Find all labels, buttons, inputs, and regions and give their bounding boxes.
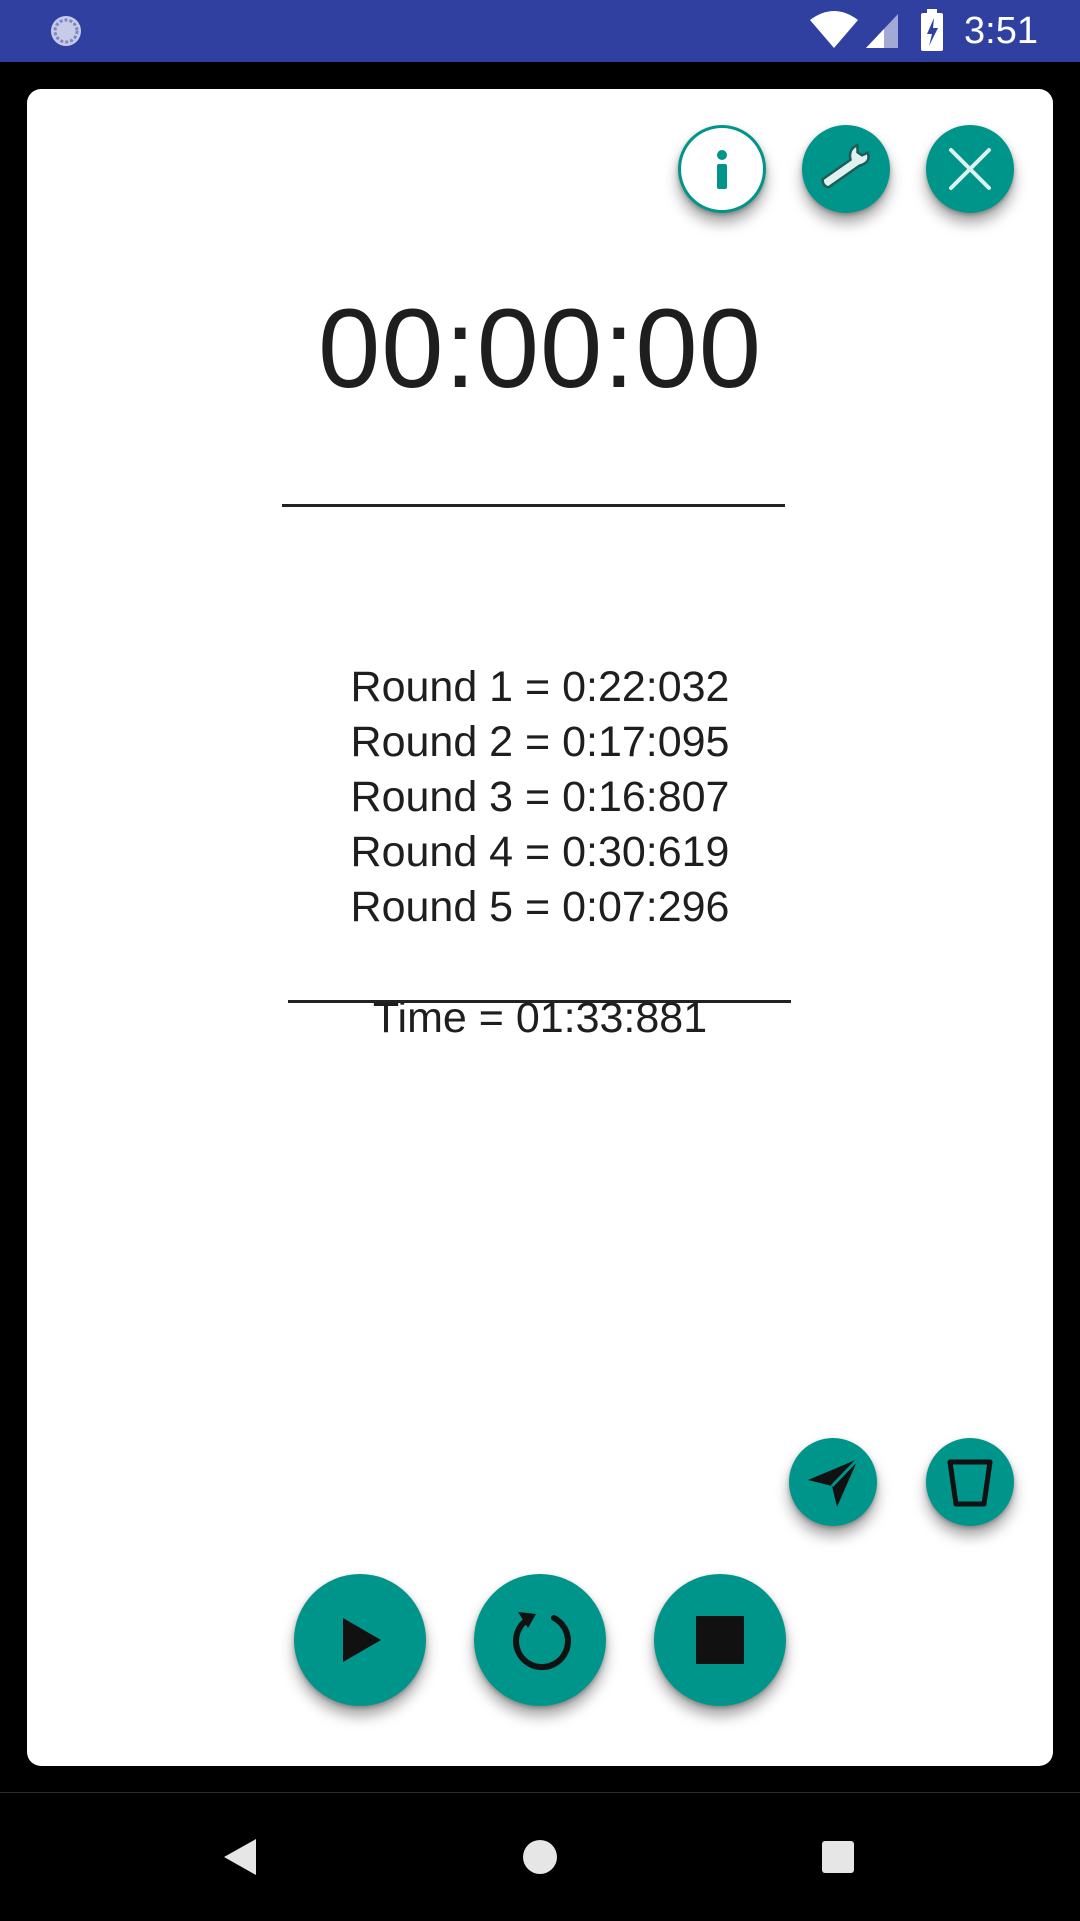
trash-icon <box>947 1459 993 1507</box>
recents-icon[interactable] <box>806 1825 870 1889</box>
round-row: Round 5 = 0:07:296 <box>350 883 730 931</box>
cell-signal-icon <box>866 14 898 48</box>
navigation-bar <box>0 1792 1080 1921</box>
stopwatch-dialog: 00:00:00 Round 1 = 0:22:032 Round 2 = 0:… <box>27 89 1053 1766</box>
home-icon[interactable] <box>508 1825 572 1889</box>
round-row: Round 4 = 0:30:619 <box>350 828 730 876</box>
bottom-divider <box>288 1000 791 1003</box>
status-clock: 3:51 <box>964 10 1038 52</box>
info-icon <box>717 150 727 189</box>
refresh-icon <box>513 1612 571 1670</box>
timer-display: 00:00:00 <box>318 286 762 411</box>
round-row: Round 1 = 0:22:032 <box>350 663 730 711</box>
stop-button[interactable] <box>654 1574 786 1706</box>
battery-charging-icon <box>921 9 943 51</box>
close-button[interactable] <box>926 125 1014 213</box>
top-divider <box>282 504 785 507</box>
send-icon <box>808 1457 860 1507</box>
send-button[interactable] <box>789 1438 877 1526</box>
status-bar: 3:51 <box>0 0 1080 62</box>
sync-spinner-icon <box>51 16 81 46</box>
round-row: Round 3 = 0:16:807 <box>350 773 730 821</box>
play-button[interactable] <box>294 1574 426 1706</box>
round-row: Round 2 = 0:17:095 <box>350 718 730 766</box>
rounds-list: Round 1 = 0:22:032 Round 2 = 0:17:095 Ro… <box>27 660 1053 935</box>
settings-button[interactable] <box>802 125 890 213</box>
delete-button[interactable] <box>926 1438 1014 1526</box>
back-icon[interactable] <box>210 1825 274 1889</box>
play-icon <box>343 1618 381 1662</box>
reset-button[interactable] <box>474 1574 606 1706</box>
info-button[interactable] <box>678 125 766 213</box>
wifi-icon <box>810 11 858 48</box>
wrench-icon <box>821 143 870 189</box>
close-icon <box>949 148 991 190</box>
total-time: Time = 01:33:881 <box>372 994 708 1042</box>
stop-icon <box>696 1616 744 1664</box>
